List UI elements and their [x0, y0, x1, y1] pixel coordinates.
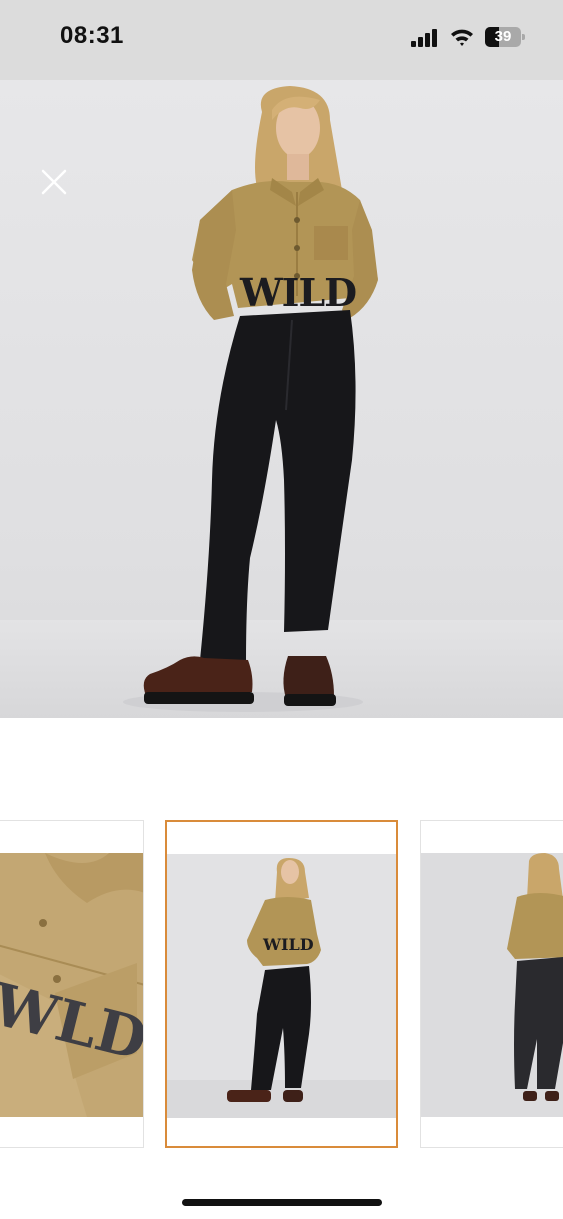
thumbnail-model-front[interactable]: WILD: [165, 820, 398, 1148]
status-time: 08:31: [60, 22, 124, 49]
shirt-print-text: WILD: [239, 270, 356, 315]
battery-icon: 39: [485, 27, 525, 47]
status-bar: 08:31 39: [0, 0, 563, 80]
close-icon[interactable]: [38, 166, 70, 198]
battery-level: 39: [494, 28, 512, 45]
model-photo: WILD: [0, 86, 563, 718]
thumbnail-image: WLD: [0, 853, 143, 1117]
battery-body: 39: [485, 27, 521, 47]
thumbnail-print-text: WILD: [262, 935, 314, 954]
right-shoe: [283, 656, 334, 698]
thumbnail-shirt-closeup[interactable]: WLD: [0, 820, 144, 1148]
wifi-icon: [451, 29, 473, 46]
home-indicator[interactable]: [182, 1199, 382, 1206]
thumbnail-model-back[interactable]: [420, 820, 563, 1148]
battery-tip: [522, 34, 525, 40]
jeans: [200, 310, 356, 662]
signal-icon: [411, 29, 437, 47]
thumbnail-image: [421, 853, 563, 1117]
thumbnail-image: WILD: [167, 854, 396, 1118]
left-sleeve: [192, 190, 236, 320]
thumbnail-carousel[interactable]: WLD WILD: [0, 818, 563, 1150]
product-main-image[interactable]: WILD: [0, 80, 563, 718]
